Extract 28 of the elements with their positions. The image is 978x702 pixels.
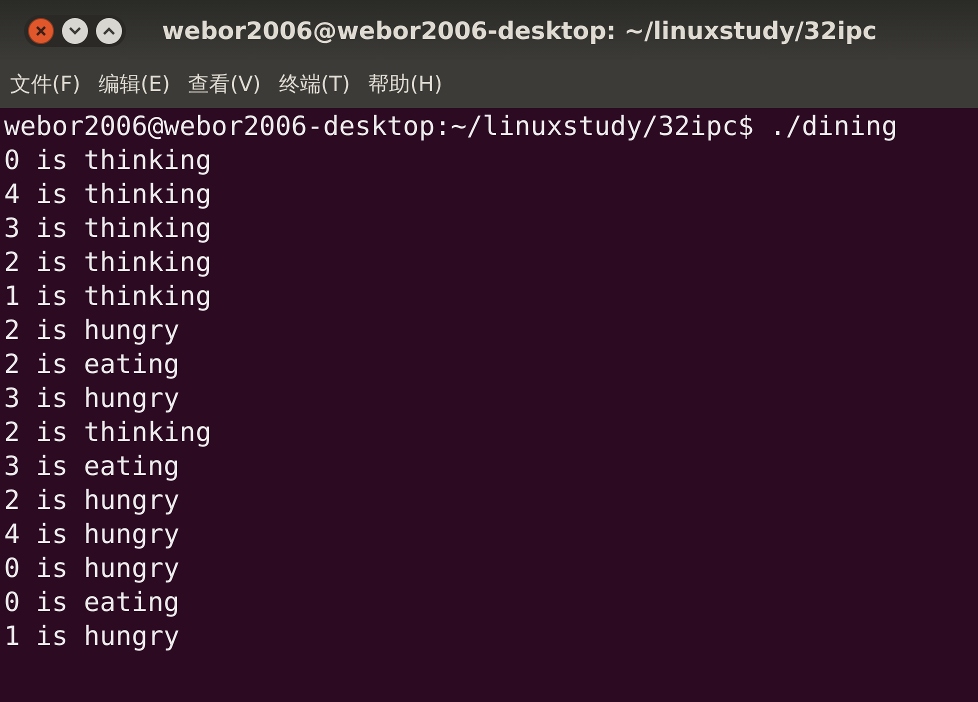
terminal-line: 2 is eating: [4, 348, 180, 382]
chevron-down-icon: [69, 27, 81, 35]
terminal-line: 0 is thinking: [4, 144, 212, 178]
terminal-line: 1 is hungry: [4, 620, 180, 654]
terminal-line: 2 is thinking: [4, 246, 212, 280]
menu-item[interactable]: 帮助(H): [368, 69, 442, 101]
menu-item[interactable]: 查看(V): [188, 69, 261, 101]
maximize-button[interactable]: [96, 18, 122, 44]
terminal-line: 3 is thinking: [4, 212, 212, 246]
terminal-line: 0 is eating: [4, 586, 180, 620]
terminal-line: 3 is eating: [4, 450, 180, 484]
minimize-button[interactable]: [62, 18, 88, 44]
terminal-line: 3 is hungry: [4, 382, 180, 416]
chevron-up-icon: [103, 27, 115, 35]
terminal-line: 0 is hungry: [4, 552, 180, 586]
close-button[interactable]: [28, 18, 54, 44]
window-title: webor2006@webor2006-desktop: ~/linuxstudy/32ipc: [162, 16, 877, 47]
terminal-line: 1 is thinking: [4, 280, 212, 314]
menu-item[interactable]: 编辑(E): [98, 69, 170, 101]
menu-item[interactable]: 终端(T): [278, 69, 350, 101]
terminal-line: 4 is hungry: [4, 518, 180, 552]
terminal-line: 2 is thinking: [4, 416, 212, 450]
terminal-line: webor2006@webor2006-desktop:~/linuxstudy/32ipc$ ./dining: [4, 110, 898, 144]
close-icon: [35, 25, 47, 37]
terminal-line: 4 is thinking: [4, 178, 212, 212]
menu-item[interactable]: 文件(F): [10, 69, 80, 101]
terminal-line: 2 is hungry: [4, 484, 180, 518]
terminal-line: 2 is hungry: [4, 314, 180, 348]
